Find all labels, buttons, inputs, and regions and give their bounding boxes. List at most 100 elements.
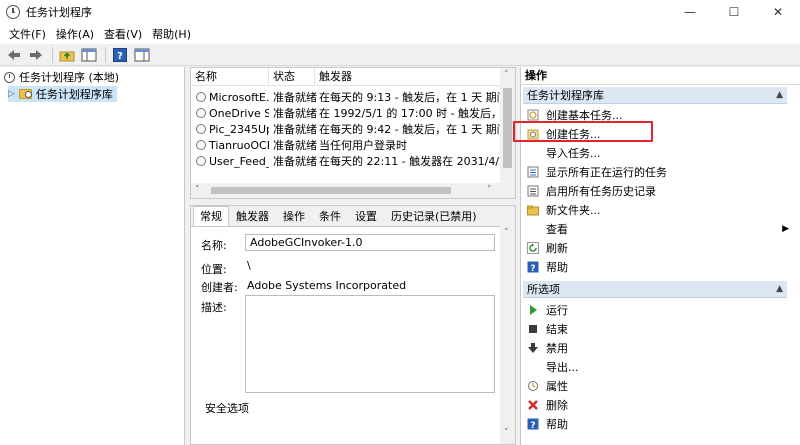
scroll-up-icon[interactable]: ˄ [504,68,509,83]
description-field[interactable] [245,295,495,393]
tree-item-library[interactable]: ▷ 任务计划程序库 [8,86,117,102]
task-clock-icon [196,124,206,134]
action-label: 运行 [546,303,568,317]
stop-icon [527,323,539,335]
menu-file[interactable]: 文件(F) [4,26,51,42]
details-tabs: 常规 触发器 操作 条件 设置 历史记录(已禁用) [193,206,484,226]
history-icon [527,185,539,197]
column-status[interactable]: 状态 [269,68,315,86]
action-label: 结束 [546,322,568,336]
properties-clock-icon [527,380,539,392]
tab-history[interactable]: 历史记录(已禁用) [384,206,484,226]
action-help[interactable]: ? 帮助 [527,257,785,276]
svg-text:?: ? [530,421,535,430]
name-label: 名称: [201,239,227,252]
task-status: 准备就绪 [273,123,317,136]
security-options-label: 安全选项 [205,402,249,415]
scheduler-folder-icon [18,89,32,99]
section-library[interactable]: 任务计划程序库 ▲ [523,87,787,104]
scroll-thumb[interactable] [503,88,512,168]
table-row[interactable]: Pic_2345Up... 准备就绪 在每天的 9:42 - 触发后，在 1 天… [191,122,501,138]
action-properties[interactable]: 属性 [527,376,785,395]
action-help-selected[interactable]: ? 帮助 [527,414,785,433]
up-folder-icon[interactable] [57,46,77,64]
tree-item-root[interactable]: 任务计划程序 (本地) [4,69,119,85]
minimize-button[interactable]: — [668,0,712,24]
action-end[interactable]: 结束 [527,319,785,338]
tab-actions[interactable]: 操作 [276,206,312,226]
action-refresh[interactable]: 刷新 [527,238,785,257]
action-enable-history[interactable]: 启用所有任务历史记录 [527,181,785,200]
table-row[interactable]: OneDrive S... 准备就绪 在 1992/5/1 的 17:00 时 … [191,106,501,122]
collapse-up-icon[interactable]: ▲ [776,281,783,298]
task-clock-icon [196,108,206,118]
task-trigger: 在 1992/5/1 的 17:00 时 - 触发后，无限期 [319,107,501,120]
action-disable[interactable]: 禁用 [527,338,785,357]
window-controls: — ☐ ✕ [668,0,800,24]
action-label: 属性 [546,379,568,393]
task-name: Pic_2345Up... [209,123,269,136]
table-row[interactable]: MicrosoftE... 准备就绪 在每天的 9:13 - 触发后，在 1 天… [191,90,501,106]
section-selected-item[interactable]: 所选项 ▲ [523,281,787,298]
details-vertical-scrollbar[interactable]: ˄ ˅ [500,226,515,444]
submenu-arrow-icon: ▶ [782,223,789,234]
window-title: 任务计划程序 [26,6,92,19]
forward-arrow-icon[interactable] [26,46,46,64]
scroll-up-icon[interactable]: ˄ [504,226,509,241]
action-view[interactable]: 查看 ▶ [527,219,789,238]
table-row[interactable]: User_Feed_... 准备就绪 在每天的 22:11 - 触发器在 203… [191,154,501,170]
description-label: 描述: [201,301,227,314]
help-icon[interactable]: ? [110,46,130,64]
task-trigger: 在每天的 9:13 - 触发后，在 1 天 期间每隔 [319,91,501,104]
scroll-down-icon[interactable]: ˅ [504,426,509,441]
task-list: 名称 状态 触发器 MicrosoftE... 准备就绪 在每天的 9:13 -… [190,67,516,199]
running-tasks-icon [527,166,539,178]
tree-library-label: 任务计划程序库 [35,88,113,101]
action-export[interactable]: 导出... [527,357,785,376]
column-trigger[interactable]: 触发器 [315,68,501,86]
general-tab-content: 名称: AdobeGCInvoker-1.0 位置: \ 创建者: Adobe … [191,226,501,444]
action-label: 新文件夹... [546,203,601,217]
close-button[interactable]: ✕ [756,0,800,24]
action-label: 启用所有任务历史记录 [546,184,656,198]
action-run[interactable]: 运行 [527,300,785,319]
maximize-button[interactable]: ☐ [712,0,756,24]
menu-action[interactable]: 操作(A) [51,26,99,42]
scroll-left-icon[interactable]: ˂ [195,183,200,198]
tab-general[interactable]: 常规 [193,206,229,226]
column-name[interactable]: 名称 [191,68,269,86]
collapse-up-icon[interactable]: ▲ [776,87,783,104]
task-name: OneDrive S... [209,107,269,120]
action-show-running-tasks[interactable]: 显示所有正在运行的任务 [527,162,785,181]
action-new-folder[interactable]: 新文件夹... [527,200,785,219]
task-status: 准备就绪 [273,155,317,168]
task-scheduler-clock-icon [6,5,20,19]
menu-bar: 文件(F) 操作(A) 查看(V) 帮助(H) [0,24,800,44]
menu-help[interactable]: 帮助(H) [147,26,196,42]
task-clock-icon [196,140,206,150]
scroll-right-icon[interactable]: ˃ [487,183,492,198]
menu-view[interactable]: 查看(V) [99,26,147,42]
actions-header: 操作 [521,67,800,85]
task-name: MicrosoftE... [209,91,269,104]
action-label: 帮助 [546,260,568,274]
tab-conditions[interactable]: 条件 [312,206,348,226]
action-label: 禁用 [546,341,568,355]
action-delete[interactable]: 删除 [527,395,785,414]
back-arrow-icon[interactable] [4,46,24,64]
toolbar-separator [52,46,53,63]
task-list-horizontal-scrollbar[interactable]: ˂ ˃ [191,183,515,198]
action-import-task[interactable]: 导入任务... [527,143,785,162]
scroll-thumb[interactable] [211,187,451,194]
delete-x-icon [527,399,539,411]
table-row[interactable]: TianruoOCR 准备就绪 当任何用户登录时 [191,138,501,154]
action-label: 导出... [546,360,579,374]
show-hide-pane-icon[interactable] [79,46,99,64]
expand-arrow-icon[interactable]: ▷ [8,89,15,99]
task-name-field[interactable]: AdobeGCInvoker-1.0 [245,234,495,251]
properties-pane-icon[interactable] [132,46,152,64]
task-status: 准备就绪 [273,107,317,120]
tab-triggers[interactable]: 触发器 [229,206,276,226]
disable-down-arrow-icon [527,342,539,354]
tab-settings[interactable]: 设置 [348,206,384,226]
